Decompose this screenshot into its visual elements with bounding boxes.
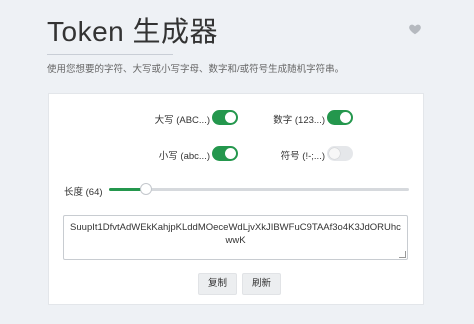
toggle-knob (329, 148, 340, 159)
token-output[interactable]: SuupIt1DfvtAdWEkKahjpKLddMOeceWdLjvXkJIB… (63, 215, 408, 260)
numbers-label: 数字 (123...) (273, 115, 325, 126)
toggle-knob (340, 112, 351, 123)
title-divider (47, 54, 173, 55)
length-label: 长度 (64) (64, 187, 103, 198)
length-slider[interactable] (109, 183, 409, 195)
copy-button[interactable]: 复制 (198, 273, 238, 295)
page-title: Token 生成器 (47, 16, 218, 47)
symbols-label: 符号 (!-;...) (280, 151, 325, 162)
token-text: SuupIt1DfvtAdWEkKahjpKLddMOeceWdLjvXkJIB… (70, 222, 401, 246)
numbers-option: 数字 (123...) (49, 109, 353, 129)
page-header: Token 生成器 使用您想要的字符、大写或小写字母、数字和/或符号生成随机字符… (47, 8, 474, 88)
slider-thumb[interactable] (140, 183, 152, 195)
symbols-option: 符号 (!-;...) (49, 145, 353, 165)
numbers-toggle[interactable] (327, 110, 353, 125)
page-subtitle: 使用您想要的字符、大写或小写字母、数字和/或符号生成随机字符串。 (47, 64, 345, 75)
resize-handle[interactable] (399, 251, 406, 258)
generator-card: 大写 (ABC...) 数字 (123...) 小写 (abc...) 符号 (… (48, 93, 424, 305)
refresh-button[interactable]: 刷新 (242, 273, 282, 295)
symbols-toggle[interactable] (327, 146, 353, 161)
heart-icon[interactable] (408, 22, 422, 36)
